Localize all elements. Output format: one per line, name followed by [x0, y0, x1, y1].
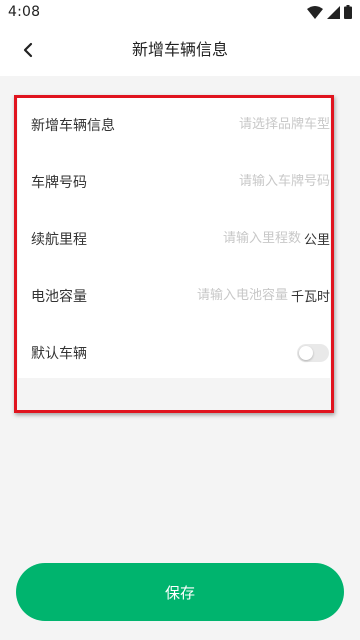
toggle-knob [299, 345, 313, 360]
default-vehicle-label: 默认车辆 [31, 345, 87, 362]
range-unit: 公里 [303, 233, 330, 248]
vehicle-form: 新增车辆信息 车牌号码 续航里程 公里 电池容量 千瓦时 默认车辆 [18, 96, 330, 378]
plate-input[interactable] [230, 174, 330, 189]
save-button[interactable]: 保存 [16, 563, 344, 621]
form-row-range: 续航里程 公里 [18, 210, 330, 267]
form-row-plate: 车牌号码 [18, 153, 330, 210]
plate-label: 车牌号码 [31, 174, 87, 191]
brand-select-input[interactable] [230, 117, 330, 132]
page-title: 新增车辆信息 [131, 40, 228, 59]
status-icons [307, 5, 352, 19]
back-arrow-icon [23, 42, 33, 58]
brand-label: 新增车辆信息 [31, 117, 115, 134]
status-time: 4:08 [8, 4, 41, 20]
battery-icon [344, 5, 352, 19]
battery-field: 千瓦时 [189, 286, 330, 305]
status-bar: 4:08 [0, 0, 360, 24]
form-row-default: 默认车辆 [18, 324, 330, 381]
app-header: 新增车辆信息 [0, 24, 360, 76]
form-row-battery: 电池容量 千瓦时 [18, 267, 330, 324]
plate-field [230, 174, 330, 189]
form-row-brand[interactable]: 新增车辆信息 [18, 96, 330, 153]
back-button[interactable] [14, 34, 42, 66]
range-input[interactable] [216, 231, 301, 246]
battery-label: 电池容量 [31, 288, 87, 305]
wifi-icon [307, 5, 323, 19]
signal-icon [327, 5, 340, 19]
battery-input[interactable] [189, 288, 288, 303]
brand-field [230, 117, 330, 132]
default-vehicle-toggle[interactable] [297, 343, 329, 362]
range-field: 公里 [216, 229, 330, 248]
battery-unit: 千瓦时 [290, 290, 330, 305]
range-label: 续航里程 [31, 231, 87, 248]
